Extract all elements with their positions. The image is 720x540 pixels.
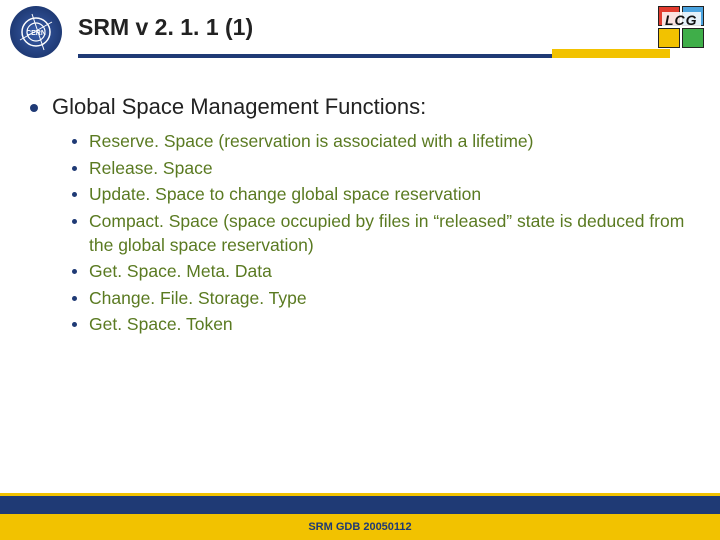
bullet-dot-icon: [72, 269, 77, 274]
bullet-dot-icon: [72, 219, 77, 224]
list-item: Get. Space. Meta. Data: [72, 260, 690, 284]
cern-logo: CERN: [10, 6, 62, 58]
bullet-dot-icon: [72, 139, 77, 144]
list-item: Release. Space: [72, 157, 690, 181]
title-underline-blue: [78, 54, 552, 58]
sub-bullet-text: Release. Space: [89, 157, 213, 181]
slide-header: CERN SRM v 2. 1. 1 (1) LCG: [0, 0, 720, 64]
list-item: Update. Space to change global space res…: [72, 183, 690, 207]
bullet-dot-icon: [72, 166, 77, 171]
bullet-dot-icon: [72, 322, 77, 327]
slide-body: Global Space Management Functions: Reser…: [0, 64, 720, 337]
sub-bullet-text: Reserve. Space (reservation is associate…: [89, 130, 534, 154]
list-item: Compact. Space (space occupied by files …: [72, 210, 690, 257]
sub-bullet-text: Get. Space. Meta. Data: [89, 260, 272, 284]
lcg-label: LCG: [662, 12, 701, 28]
sub-bullet-text: Get. Space. Token: [89, 313, 233, 337]
slide: CERN SRM v 2. 1. 1 (1) LCG Global Space …: [0, 0, 720, 540]
main-bullet-text: Global Space Management Functions:: [52, 94, 426, 120]
sub-bullet-text: Update. Space to change global space res…: [89, 183, 481, 207]
footer-band: [0, 496, 720, 514]
svg-text:CERN: CERN: [26, 30, 46, 37]
main-bullet: Global Space Management Functions:: [30, 94, 690, 120]
bullet-dot-icon: [72, 296, 77, 301]
sub-bullet-text: Compact. Space (space occupied by files …: [89, 210, 690, 257]
footer-text: SRM GDB 20050112: [308, 521, 411, 533]
lcg-logo: LCG: [658, 6, 710, 52]
bullet-dot-icon: [72, 192, 77, 197]
list-item: Change. File. Storage. Type: [72, 287, 690, 311]
slide-title: SRM v 2. 1. 1 (1): [78, 14, 253, 41]
title-underline-yellow: [552, 49, 670, 58]
sub-bullet-text: Change. File. Storage. Type: [89, 287, 307, 311]
footer-bar: SRM GDB 20050112: [0, 514, 720, 540]
bullet-dot-icon: [30, 104, 38, 112]
list-item: Get. Space. Token: [72, 313, 690, 337]
sub-bullet-list: Reserve. Space (reservation is associate…: [72, 130, 690, 337]
list-item: Reserve. Space (reservation is associate…: [72, 130, 690, 154]
